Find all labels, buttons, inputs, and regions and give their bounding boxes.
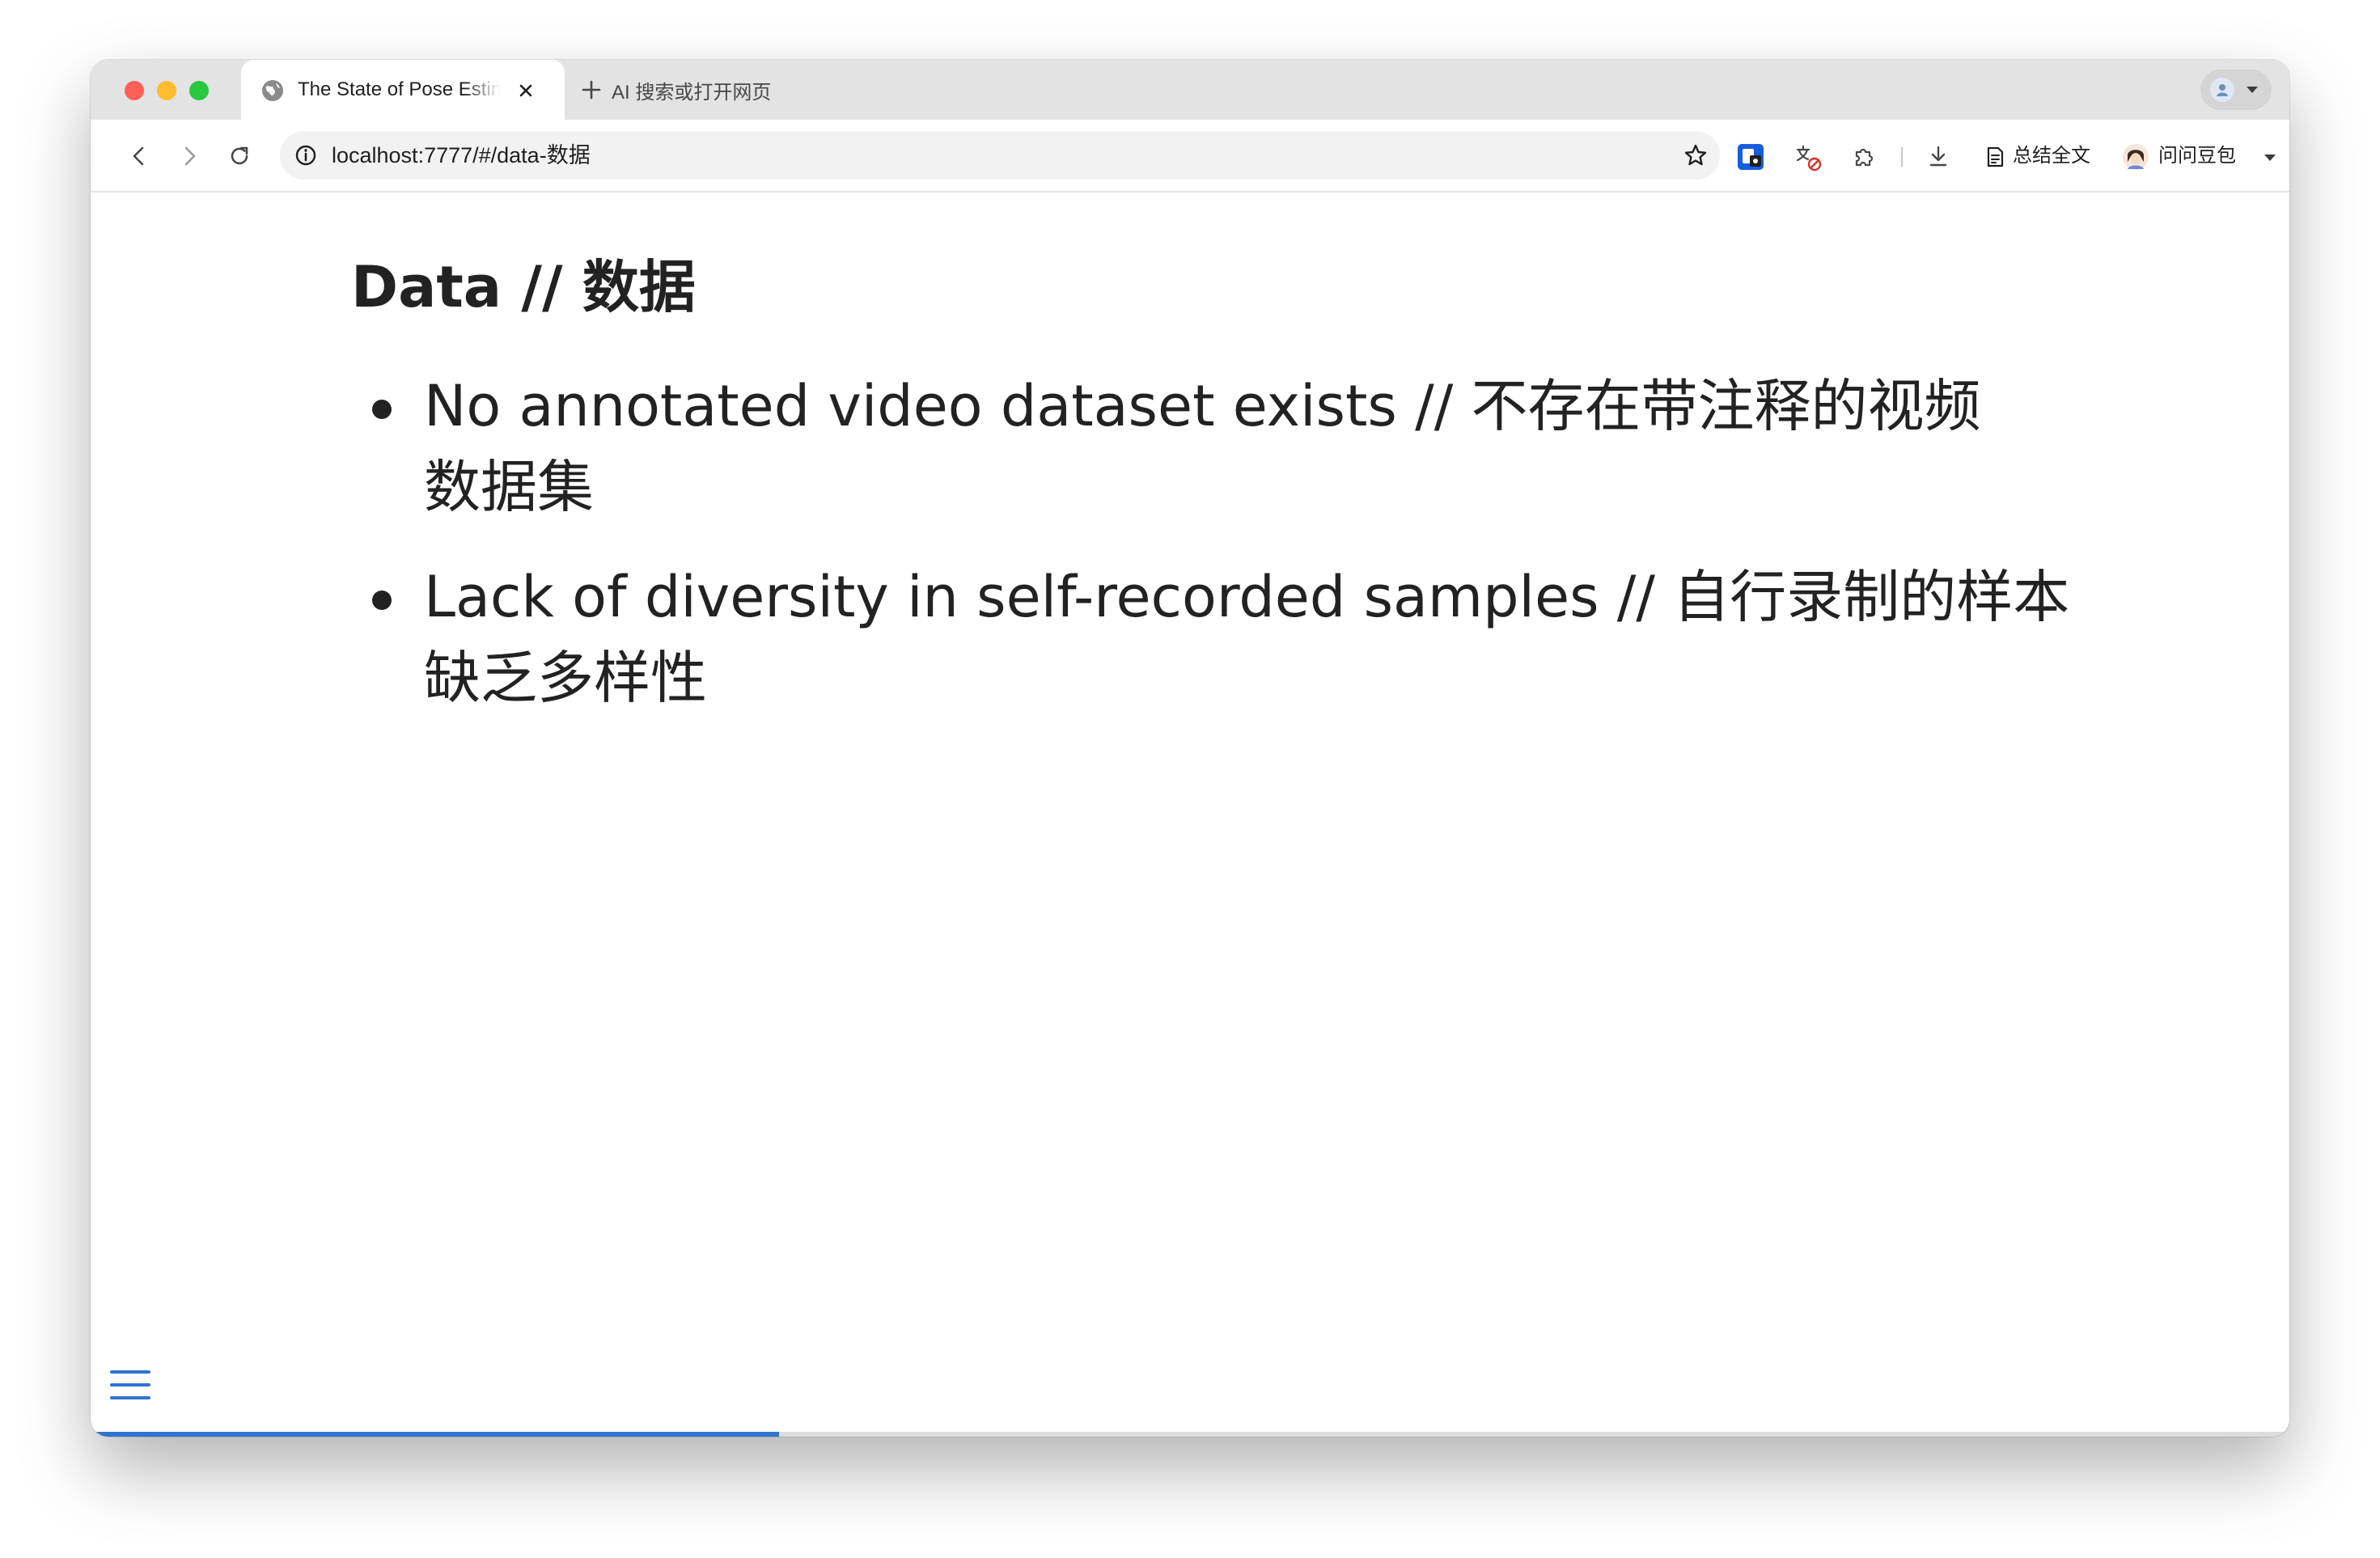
close-tab-icon[interactable]: [516, 81, 536, 100]
browser-toolbar: localhost:7777/#/data-数据 总结全文 问问豆包: [91, 120, 2289, 193]
slide-menu-icon[interactable]: [108, 1365, 152, 1404]
chevron-down-icon: [2247, 87, 2258, 93]
new-tab-label: AI 搜索或打开网页: [612, 81, 772, 104]
bullet-list: No annotated video dataset exists // 不存在…: [366, 366, 2162, 747]
slide-progress-bar: [91, 1432, 2289, 1437]
password-manager-extension-icon[interactable]: [1736, 142, 1765, 171]
slide-progress-fill: [91, 1432, 779, 1437]
globe-icon: [262, 80, 283, 101]
tab-active[interactable]: The State of Pose Estimation: [241, 60, 565, 120]
translate-blocked-icon[interactable]: [1793, 142, 1822, 171]
chevron-down-icon: [2264, 155, 2276, 161]
url-text: localhost:7777/#/data-数据: [332, 143, 591, 167]
profile-menu-button[interactable]: [2200, 70, 2272, 110]
profile-avatar: [2210, 78, 2234, 102]
close-window-button[interactable]: [125, 81, 144, 100]
minimize-window-button[interactable]: [157, 81, 176, 100]
forward-arrow-icon[interactable]: [176, 143, 202, 169]
assistant-label: 问问豆包: [2158, 145, 2236, 167]
slide-title: Data // 数据: [351, 254, 696, 320]
download-icon[interactable]: [1924, 142, 1953, 171]
site-info-icon[interactable]: [294, 144, 317, 167]
zoom-window-button[interactable]: [189, 81, 209, 100]
tab-strip: The State of Pose Estimation AI 搜索或打开网页: [91, 60, 2289, 120]
list-item: Lack of diversity in self-recorded sampl…: [366, 557, 2162, 718]
address-bar[interactable]: localhost:7777/#/data-数据: [280, 131, 1720, 180]
extensions-puzzle-icon[interactable]: [1849, 142, 1878, 171]
tab-title: The State of Pose Estimation: [298, 78, 500, 100]
browser-window: The State of Pose Estimation AI 搜索或打开网页: [91, 60, 2289, 1437]
bookmark-star-icon[interactable]: [1683, 142, 1709, 168]
document-summary-icon: [1987, 146, 2004, 167]
page-viewport: Data // 数据 No annotated video dataset ex…: [91, 193, 2289, 1437]
toolbar-separator: [1901, 147, 1903, 167]
bullet-text-line: 缺乏多样性: [424, 645, 707, 711]
bullet-text-line: Lack of diversity in self-recorded sampl…: [424, 564, 2070, 630]
assistant-button[interactable]: 问问豆包: [2121, 139, 2283, 175]
bullet-text-line: 数据集: [424, 454, 594, 520]
list-item: No annotated video dataset exists // 不存在…: [366, 366, 2162, 527]
assistant-avatar-icon: [2123, 144, 2149, 170]
back-arrow-icon[interactable]: [126, 143, 152, 169]
bullet-text-line: No annotated video dataset exists // 不存在…: [424, 373, 1981, 439]
summarize-label: 总结全文: [2013, 145, 2090, 167]
person-icon: [2217, 84, 2228, 96]
new-tab-button[interactable]: AI 搜索或打开网页: [581, 76, 771, 104]
plus-icon: [582, 80, 601, 99]
reload-icon[interactable]: [227, 143, 252, 169]
